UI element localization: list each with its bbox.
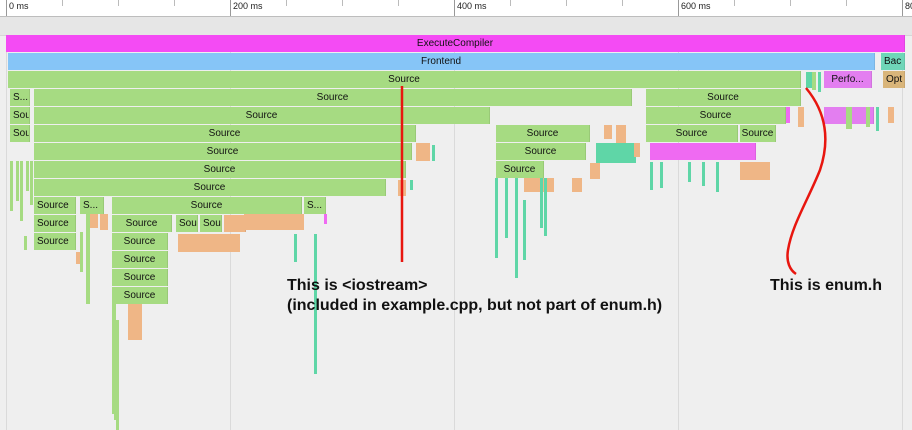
flame-sliver[interactable] — [818, 72, 821, 92]
flame-event-source[interactable]: Source — [34, 215, 76, 232]
flame-event-source[interactable]: Source — [112, 197, 302, 214]
flame-sliver[interactable] — [410, 180, 413, 190]
flame-event-source[interactable]: Source — [34, 233, 76, 250]
flame-event-perf[interactable]: Perfo... — [824, 71, 872, 88]
flame-graph[interactable]: ExecuteCompiler Frontend Bac Source Perfo...… — [0, 0, 912, 430]
flame-sliver[interactable] — [294, 234, 297, 262]
flame-event-source[interactable]: Source — [34, 143, 412, 160]
flame-sliver[interactable] — [80, 232, 83, 272]
flame-event-opt[interactable]: Opt — [883, 71, 905, 88]
flame-sliver[interactable] — [114, 340, 117, 420]
flame-sliver[interactable] — [786, 107, 790, 123]
flame-event-frontend[interactable]: Frontend — [8, 53, 875, 70]
enum-annotation: This is enum.h — [770, 277, 883, 294]
flame-event-source-short-sou[interactable]: Sou — [10, 125, 30, 142]
flame-event-source[interactable]: Source — [112, 215, 172, 232]
flame-sliver[interactable] — [604, 125, 612, 139]
flame-sliver[interactable] — [702, 162, 705, 186]
flame-event-source[interactable]: Source — [112, 287, 168, 304]
flame-event-source[interactable]: Source — [496, 143, 586, 160]
flame-sliver[interactable] — [26, 161, 29, 191]
flame-sliver[interactable] — [544, 178, 547, 236]
flame-sliver[interactable] — [540, 178, 543, 228]
flame-event-source[interactable]: Source — [496, 125, 590, 142]
flame-event-source[interactable]: Source — [740, 125, 776, 142]
flame-sliver[interactable] — [688, 162, 691, 182]
flame-sliver[interactable] — [100, 214, 108, 230]
flame-sliver[interactable] — [866, 107, 870, 127]
flame-sliver[interactable] — [505, 178, 508, 238]
flame-event-source[interactable]: Source — [112, 233, 168, 250]
flame-sliver[interactable] — [650, 162, 653, 190]
flame-event-source[interactable]: Source — [34, 107, 490, 124]
flame-sliver[interactable] — [572, 178, 582, 192]
flame-event-source-short-s[interactable]: S... — [10, 89, 30, 106]
flame-event-source[interactable]: Source — [34, 125, 416, 142]
flame-sliver[interactable] — [634, 143, 640, 157]
flame-sliver[interactable] — [660, 162, 663, 188]
flame-sliver[interactable] — [812, 72, 816, 90]
flame-sliver[interactable] — [590, 163, 600, 179]
flame-event-source[interactable]: Source — [646, 107, 786, 124]
flame-sliver[interactable] — [596, 143, 636, 163]
flame-sliver[interactable] — [30, 161, 33, 205]
flame-event-source[interactable]: Source — [34, 179, 386, 196]
flame-event-source[interactable]: Source — [496, 161, 544, 178]
flame-sliver[interactable] — [523, 200, 526, 260]
flame-event-source[interactable]: Source — [112, 269, 168, 286]
flame-event-source-short-sou[interactable]: Sou — [10, 107, 30, 124]
flame-event-source-short-s[interactable]: S... — [304, 197, 326, 214]
flame-event-source-short-s[interactable]: S... — [80, 197, 104, 214]
flame-event[interactable] — [650, 143, 756, 160]
iostream-annotation-detail: (included in example.cpp, but not part o… — [287, 297, 663, 314]
flame-sliver[interactable] — [324, 214, 327, 224]
flame-sliver[interactable] — [524, 178, 554, 192]
flame-sliver[interactable] — [416, 143, 430, 161]
flame-sliver[interactable] — [16, 161, 19, 201]
flame-sliver[interactable] — [398, 180, 406, 196]
flame-sliver[interactable] — [495, 178, 498, 258]
flame-event-source[interactable]: Source — [34, 197, 76, 214]
flame-sliver[interactable] — [10, 161, 13, 211]
flame-sliver[interactable] — [616, 125, 626, 143]
flame-event-source[interactable]: Source — [8, 71, 801, 88]
flame-event-source[interactable]: Source — [112, 251, 168, 268]
flame-sliver[interactable] — [432, 145, 435, 161]
flame-event-source[interactable]: Source — [646, 125, 738, 142]
flame-event-execute-compiler[interactable]: ExecuteCompiler — [6, 35, 905, 52]
flame-sliver[interactable] — [888, 107, 894, 123]
flame-event-backend[interactable]: Bac — [881, 53, 905, 70]
flame-sliver[interactable] — [740, 162, 770, 180]
flame-event-source[interactable]: Source — [34, 89, 632, 106]
flame-sliver[interactable] — [20, 161, 23, 221]
flame-sliver[interactable] — [24, 236, 27, 250]
flame-sliver[interactable] — [716, 162, 719, 192]
flame-event-source[interactable]: Source — [646, 89, 801, 106]
flame-sliver[interactable] — [86, 214, 90, 304]
flame-event-source-short-sou[interactable]: Sou — [200, 215, 222, 232]
flame-sliver[interactable] — [515, 178, 518, 278]
flame-sliver[interactable] — [128, 304, 142, 340]
flame-event-source-short-sou[interactable]: Sou — [176, 215, 198, 232]
flame-event[interactable] — [224, 215, 246, 232]
flame-sliver[interactable] — [222, 234, 240, 252]
flame-sliver[interactable] — [798, 107, 804, 127]
flame-sliver[interactable] — [200, 234, 222, 252]
iostream-annotation-title: This is <iostream> — [287, 277, 428, 294]
flame-event-source[interactable]: Source — [34, 161, 406, 178]
flame-sliver[interactable] — [876, 107, 879, 131]
flame-sliver[interactable] — [178, 234, 200, 252]
flame-sliver[interactable] — [244, 214, 304, 230]
flame-sliver[interactable] — [846, 107, 852, 129]
